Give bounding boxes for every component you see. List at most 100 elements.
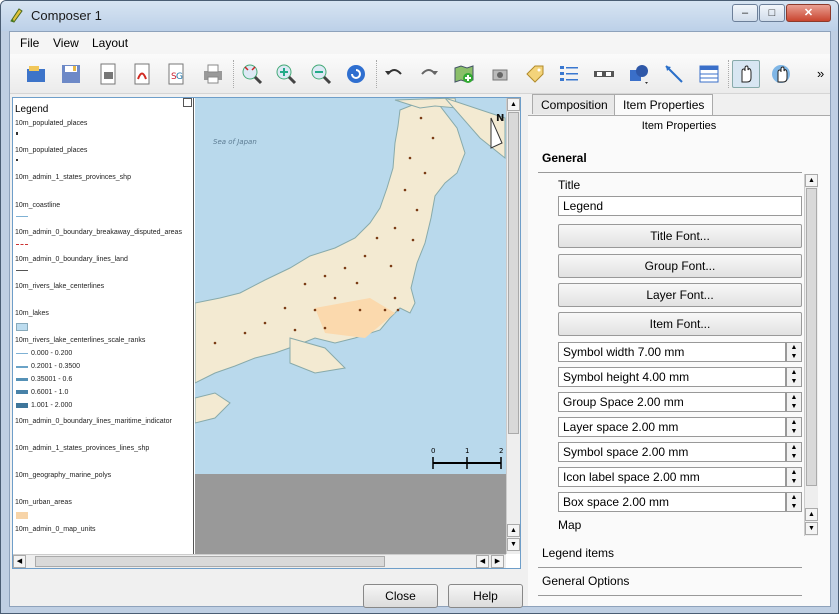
point-symbol	[16, 159, 18, 161]
add-map-icon[interactable]	[450, 60, 478, 88]
line-symbol	[16, 378, 28, 381]
menu-bar: File View Layout	[10, 32, 830, 54]
group-font-button[interactable]: Group Font...	[558, 254, 802, 278]
group-space-field[interactable]: Group Space 2.00 mm	[558, 392, 786, 412]
scroll-left-icon[interactable]: ◀	[13, 555, 26, 568]
help-button[interactable]: Help	[448, 584, 523, 608]
legend-entry: 10m_rivers_lake_centerlines	[15, 283, 105, 290]
panel-vertical-scrollbar[interactable]: ▲ ▲ ▼	[804, 174, 818, 536]
zoom-out-icon[interactable]	[307, 60, 335, 88]
add-shape-icon[interactable]	[625, 60, 653, 88]
line-symbol	[16, 390, 28, 394]
tab-item-properties[interactable]: Item Properties	[614, 94, 714, 116]
close-window-button[interactable]: ✕	[786, 4, 831, 22]
title-font-button[interactable]: Title Font...	[558, 224, 802, 248]
menu-layout[interactable]: Layout	[92, 36, 128, 50]
item-properties-body: Item Properties General Title Legend Tit…	[528, 115, 830, 606]
title-field[interactable]: Legend	[558, 196, 802, 216]
redo-icon[interactable]	[415, 60, 443, 88]
scale-tick-label: 2	[499, 447, 503, 455]
legend-entry: 10m_urban_areas	[15, 499, 72, 506]
composer-app-icon	[10, 8, 23, 23]
scroll-up-icon[interactable]: ▲	[507, 524, 520, 537]
scroll-left-icon[interactable]: ◀	[476, 555, 489, 568]
print-icon[interactable]	[199, 60, 227, 88]
group-legend-items[interactable]: Legend items	[538, 540, 802, 568]
layer-space-field[interactable]: Layer space 2.00 mm	[558, 417, 786, 437]
symbol-space-field[interactable]: Symbol space 2.00 mm	[558, 442, 786, 462]
toolbar-separator	[376, 60, 377, 88]
add-scalebar-icon[interactable]	[590, 60, 618, 88]
spin-arrows-icon[interactable]: ▲ ▼	[786, 467, 802, 487]
scroll-right-icon[interactable]: ▶	[491, 555, 504, 568]
refresh-icon[interactable]	[342, 60, 370, 88]
open-icon[interactable]	[22, 60, 50, 88]
icon-label-space-field[interactable]: Icon label space 2.00 mm	[558, 467, 786, 487]
scroll-down-icon[interactable]: ▼	[507, 538, 520, 551]
map-item[interactable]: Sea of Japan N 0 1 2	[194, 98, 506, 474]
scroll-down-icon[interactable]: ▼	[805, 522, 818, 535]
legend-entry: 10m_admin_0_boundary_lines_land	[15, 256, 128, 263]
toolbar-separator	[728, 60, 729, 88]
scroll-thumb[interactable]	[35, 556, 385, 567]
add-arrow-icon[interactable]	[660, 60, 688, 88]
zoom-in-icon[interactable]	[272, 60, 300, 88]
menu-file[interactable]: File	[20, 36, 39, 50]
fill-symbol	[16, 512, 28, 519]
spin-arrows-icon[interactable]: ▲ ▼	[786, 367, 802, 387]
spin-arrows-icon[interactable]: ▲ ▼	[786, 392, 802, 412]
resize-handle[interactable]	[183, 98, 192, 107]
menu-view[interactable]: View	[53, 36, 79, 50]
minimize-button[interactable]: –	[732, 4, 758, 22]
tab-composition[interactable]: Composition	[532, 94, 617, 114]
scroll-up-icon[interactable]: ▲	[507, 98, 520, 111]
zoom-full-icon[interactable]	[238, 60, 266, 88]
save-icon[interactable]	[57, 60, 85, 88]
group-general-options[interactable]: General Options	[538, 568, 802, 596]
toolbar-overflow-button[interactable]: »	[817, 66, 824, 81]
export-image-icon[interactable]	[94, 60, 122, 88]
undo-icon[interactable]	[380, 60, 408, 88]
group-general[interactable]: General	[538, 145, 802, 173]
scroll-up-icon[interactable]: ▲	[805, 174, 818, 187]
scroll-thumb[interactable]	[806, 188, 817, 486]
select-item-icon[interactable]	[732, 60, 760, 88]
legend-entry: 10m_admin_1_states_provinces_shp	[15, 174, 131, 181]
symbol-width-field[interactable]: Symbol width 7.00 mm	[558, 342, 786, 362]
close-button[interactable]: Close	[363, 584, 438, 608]
legend-entry: 10m_populated_places	[15, 147, 88, 154]
add-legend-icon[interactable]	[555, 60, 583, 88]
legend-item[interactable]: Legend 10m_populated_places 10m_populate…	[13, 98, 194, 554]
spin-arrows-icon[interactable]: ▲ ▼	[786, 492, 802, 512]
japan-map: Sea of Japan N 0 1 2	[194, 98, 506, 474]
legend-entry: 0.6001 - 1.0	[31, 389, 69, 396]
line-symbol	[16, 216, 28, 217]
add-image-icon[interactable]	[486, 60, 514, 88]
legend-entry: 10m_rivers_lake_centerlines_scale_ranks	[15, 337, 146, 344]
legend-entry: 10m_admin_1_states_provinces_lines_shp	[15, 445, 150, 452]
scroll-thumb[interactable]	[508, 112, 519, 434]
scale-tick-label: 1	[465, 447, 469, 455]
spin-arrows-icon[interactable]: ▲ ▼	[786, 442, 802, 462]
add-label-icon[interactable]	[521, 60, 549, 88]
title-bar[interactable]: Composer 1 – □ ✕	[1, 1, 838, 31]
item-font-button[interactable]: Item Font...	[558, 312, 802, 336]
spin-arrows-icon[interactable]: ▲ ▼	[786, 417, 802, 437]
symbol-height-field[interactable]: Symbol height 4.00 mm	[558, 367, 786, 387]
export-svg-icon[interactable]: SG	[162, 60, 190, 88]
spin-arrows-icon[interactable]: ▲ ▼	[786, 342, 802, 362]
layer-font-button[interactable]: Layer Font...	[558, 283, 802, 307]
move-content-icon[interactable]	[767, 60, 795, 88]
box-space-field[interactable]: Box space 2.00 mm	[558, 492, 786, 512]
scroll-up-icon[interactable]: ▲	[805, 508, 818, 521]
maximize-button[interactable]: □	[759, 4, 785, 22]
composer-canvas[interactable]: Legend 10m_populated_places 10m_populate…	[13, 98, 506, 554]
add-table-icon[interactable]	[695, 60, 723, 88]
canvas-vertical-scrollbar[interactable]: ▲ ▲ ▼	[506, 98, 520, 554]
export-pdf-icon[interactable]	[128, 60, 156, 88]
canvas-horizontal-scrollbar[interactable]: ◀ ◀ ▶	[13, 554, 506, 568]
title-label: Title	[558, 178, 581, 192]
canvas-background	[195, 474, 506, 554]
composer-canvas-view[interactable]: Legend 10m_populated_places 10m_populate…	[12, 97, 521, 569]
svg-text:G: G	[176, 72, 183, 82]
